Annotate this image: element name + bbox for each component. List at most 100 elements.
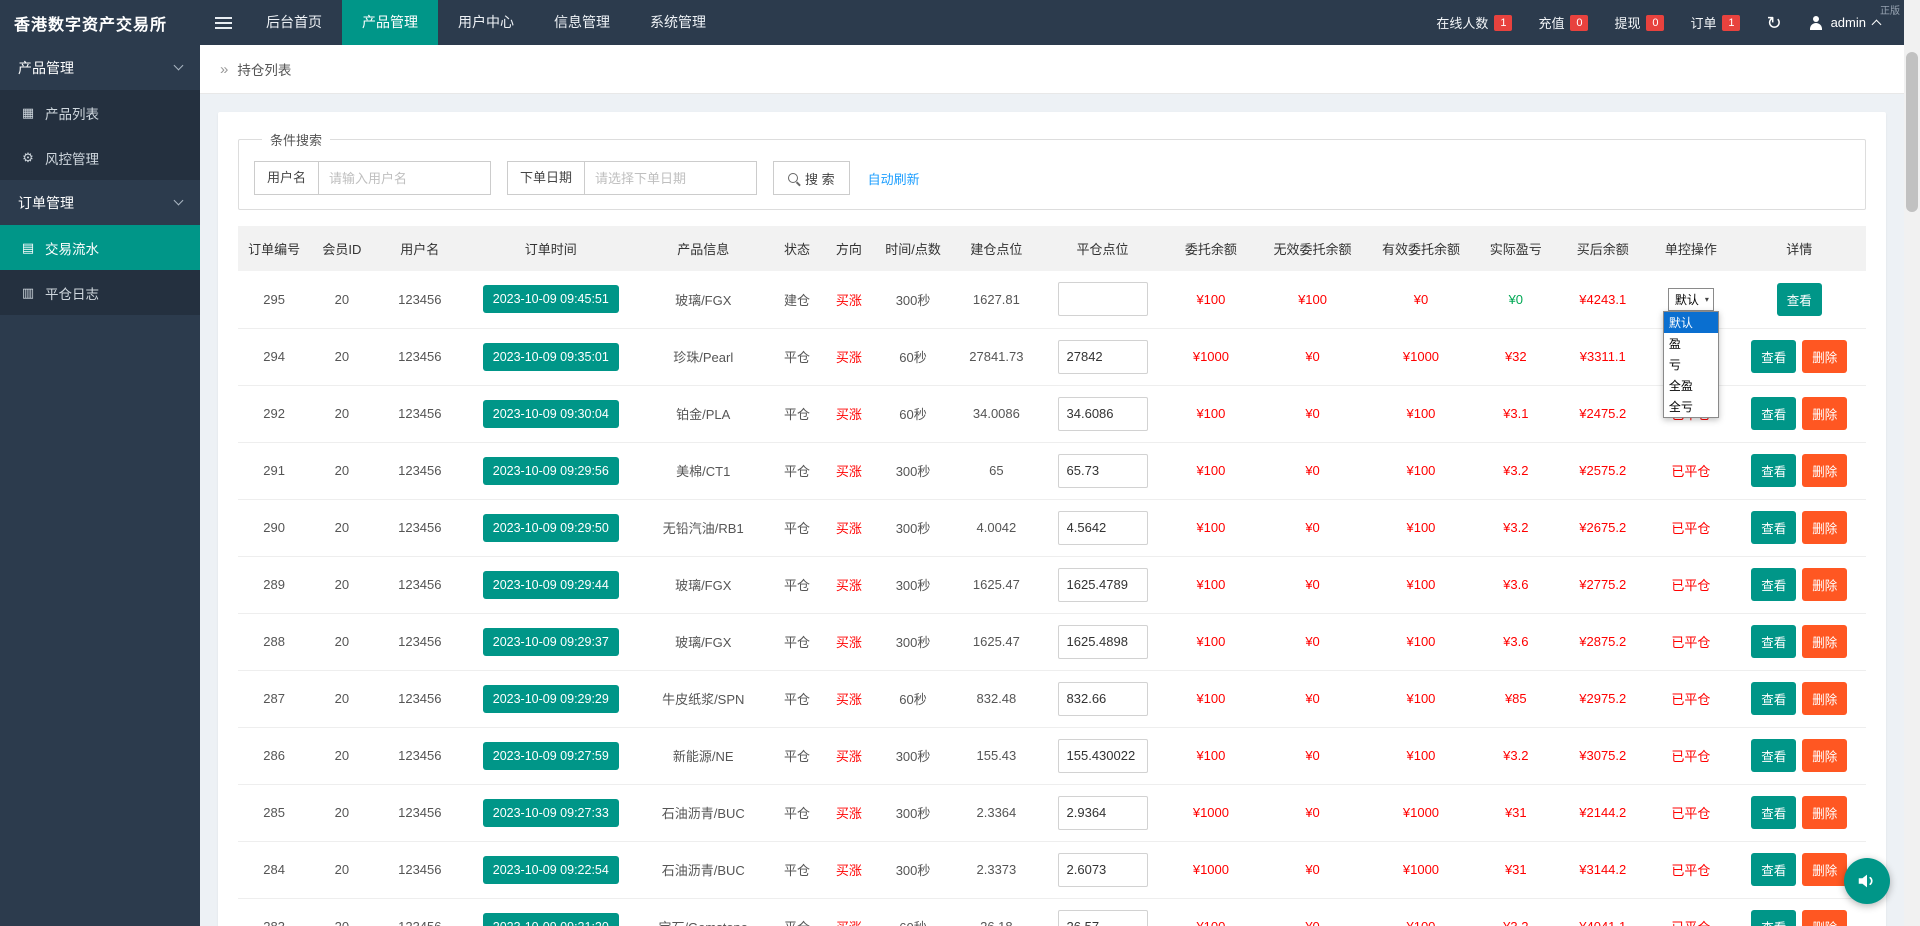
nav-item[interactable]: 产品管理 [342,0,438,45]
topbar-stat[interactable]: 在线人数 1 [1436,13,1513,32]
dropdown-option[interactable]: 默认 [1663,312,1718,334]
announcement-fab[interactable] [1844,858,1890,904]
sidebar-item-risk-control[interactable]: ⚙ 风控管理 [0,135,200,180]
order-time-chip[interactable]: 2023-10-09 09:35:01 [482,342,619,371]
close-point-input[interactable] [1057,339,1148,374]
sidebar-group-header[interactable]: 订单管理 [0,180,200,225]
close-point-input[interactable] [1057,396,1148,431]
sidebar-group-header[interactable]: 产品管理 [0,45,200,90]
dropdown-option[interactable]: 盈 [1664,333,1718,354]
stat-label: 提现 [1614,16,1641,31]
row-username: 123456 [373,271,467,329]
delete-button[interactable]: 删除 [1802,397,1848,430]
order-time-cell: 2023-10-09 09:27:59 [466,727,636,785]
delete-button[interactable]: 删除 [1802,739,1848,772]
view-button[interactable]: 查看 [1751,454,1797,487]
view-button[interactable]: 查看 [1751,568,1797,601]
dropdown-option[interactable]: 全盈 [1664,375,1718,396]
delete-button[interactable]: 删除 [1802,625,1848,658]
nav-item[interactable]: 信息管理 [534,0,630,45]
order-time-chip[interactable]: 2023-10-09 09:30:04 [482,399,619,428]
delete-button[interactable]: 删除 [1802,511,1848,544]
close-point-input[interactable] [1057,738,1148,773]
invalid-entrust-balance: ¥0 [1258,328,1367,386]
username-label: 用户名 [254,161,320,195]
delete-button[interactable]: 删除 [1802,910,1848,926]
view-button[interactable]: 查看 [1751,796,1797,829]
chevron-down-icon [173,195,184,206]
refresh-icon[interactable]: ↻ [1766,14,1781,32]
order-time-chip[interactable]: 2023-10-09 09:29:50 [482,513,619,542]
nav-item[interactable]: 用户中心 [438,0,534,45]
nav-item[interactable]: 后台首页 [246,0,342,45]
close-point-input[interactable] [1057,909,1148,926]
view-button[interactable]: 查看 [1751,511,1797,544]
user-menu[interactable]: admin [1808,15,1882,31]
close-point-input[interactable] [1057,282,1148,317]
search-button[interactable]: 搜 索 [773,161,850,195]
search-panel: 条件搜索 用户名 下单日期 搜 索 自动刷新 [238,130,1866,210]
product-name: 铂金/PLA [635,385,771,443]
order-time-chip[interactable]: 2023-10-09 09:45:51 [482,285,619,314]
order-date-input[interactable] [585,161,758,195]
app-title: 香港数字资产交易所 [14,16,168,34]
username-input[interactable] [319,161,492,195]
delete-button[interactable]: 删除 [1802,454,1848,487]
topbar-stat[interactable]: 提现 0 [1614,13,1665,32]
delete-button[interactable]: 删除 [1802,682,1848,715]
close-point-input[interactable] [1057,453,1148,488]
view-button[interactable]: 查看 [1751,910,1797,926]
view-button[interactable]: 查看 [1751,625,1797,658]
view-button[interactable]: 查看 [1751,853,1797,886]
order-time-chip[interactable]: 2023-10-09 09:29:29 [482,684,619,713]
topbar-stat[interactable]: 充值 0 [1538,13,1589,32]
topbar-stat[interactable]: 订单 1 [1690,13,1741,32]
menu-toggle-icon[interactable] [200,0,246,45]
nav-item[interactable]: 系统管理 [630,0,726,45]
dropdown-option[interactable]: 亏 [1664,354,1718,375]
scrollbar-thumb[interactable] [1906,52,1918,212]
sidebar-item-trade-flow[interactable]: ▤ 交易流水 [0,225,200,270]
delete-button[interactable]: 删除 [1802,796,1848,829]
auto-refresh-link[interactable]: 自动刷新 [868,169,920,188]
order-time-chip[interactable]: 2023-10-09 09:29:44 [482,570,619,599]
after-balance: ¥3144.2 [1556,841,1650,899]
view-button[interactable]: 查看 [1751,682,1797,715]
close-point-cell [1041,898,1164,926]
view-button[interactable]: 查看 [1751,397,1797,430]
control-select[interactable]: 默认 ▾ [1667,287,1714,311]
entrust-balance: ¥100 [1163,898,1259,926]
delete-button[interactable]: 删除 [1802,568,1848,601]
member-id: 20 [310,727,374,785]
sidebar-item-product-list[interactable]: ▦ 产品列表 [0,90,200,135]
order-time-chip[interactable]: 2023-10-09 09:22:54 [482,855,619,884]
order-time-chip[interactable]: 2023-10-09 09:27:33 [482,798,619,827]
after-balance: ¥2475.2 [1556,385,1650,443]
sidebar-item-close-log[interactable]: ▥ 平仓日志 [0,270,200,315]
scrollbar[interactable] [1904,0,1920,926]
order-time-chip[interactable]: 2023-10-09 09:29:37 [482,627,619,656]
close-point-cell [1041,841,1164,899]
delete-button[interactable]: 删除 [1802,853,1848,886]
view-button[interactable]: 查看 [1751,340,1797,373]
close-point-input[interactable] [1057,624,1148,659]
dropdown-option[interactable]: 全亏 [1664,396,1718,417]
order-time-chip[interactable]: 2023-10-09 09:21:20 [482,912,619,926]
control-cell: 已平仓 [1649,499,1733,557]
close-point-input[interactable] [1057,852,1148,887]
order-id: 292 [238,385,311,443]
view-button[interactable]: 查看 [1751,739,1797,772]
close-point-input[interactable] [1057,510,1148,545]
valid-entrust-balance: ¥100 [1366,442,1476,500]
status-label: 平仓 [770,841,823,899]
product-name: 美棉/CT1 [635,442,771,500]
view-button[interactable]: 查看 [1776,282,1822,316]
closed-status-label: 已平仓 [1671,920,1710,926]
close-point-input[interactable] [1057,567,1148,602]
sidebar-menu: 产品管理 ▦ 产品列表 ⚙ 风控管理 订单管理 ▤ 交易流水 ▥ 平仓日志 [0,45,200,315]
close-point-input[interactable] [1057,795,1148,830]
order-time-chip[interactable]: 2023-10-09 09:29:56 [482,456,619,485]
delete-button[interactable]: 删除 [1802,340,1848,373]
close-point-input[interactable] [1057,681,1148,716]
order-time-chip[interactable]: 2023-10-09 09:27:59 [482,741,619,770]
